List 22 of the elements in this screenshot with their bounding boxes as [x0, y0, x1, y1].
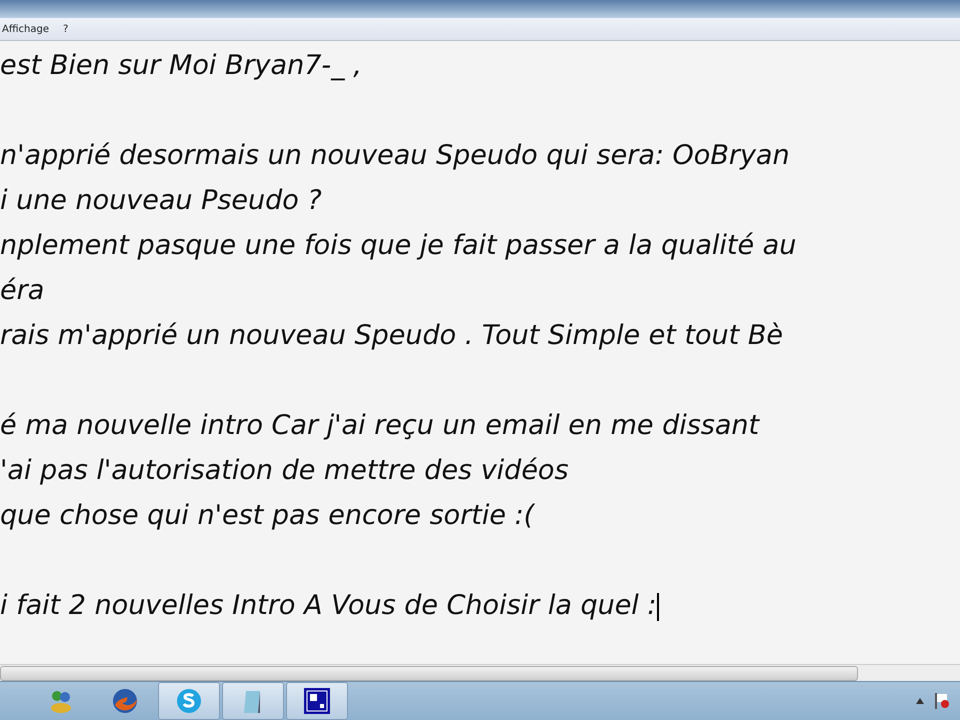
text-line: 'ai pas l'autorisation de mettre des vidéos — [0, 454, 570, 488]
text-cursor — [656, 592, 658, 621]
text-line: i fait 2 nouvelles Intro A Vous de Choisir la quel : — [0, 589, 660, 623]
text-line: que chose qui n'est pas encore sortie :( — [0, 499, 536, 533]
scrollbar-thumb[interactable] — [0, 666, 858, 680]
text-line: est Bien sur Moi Bryan7-_ , — [0, 49, 363, 83]
s-logo-icon — [175, 687, 203, 715]
horizontal-scrollbar[interactable] — [0, 664, 960, 681]
text-line: rais m'apprié un nouveau Speudo . Tout Simple et tout Bè — [0, 319, 784, 353]
text-line: nplement pasque une fois que je fait passer a la qualité au — [0, 229, 798, 263]
flag-icon[interactable] — [934, 692, 950, 710]
globe-icon — [111, 687, 139, 715]
up-arrow-icon[interactable] — [916, 698, 924, 704]
text-line: n'apprié desormais un nouveau Speudo qui sera: OoBryan — [0, 139, 791, 173]
menu-item[interactable]: Affichage — [2, 24, 49, 34]
taskbar-button[interactable] — [286, 682, 348, 720]
people-icon — [48, 688, 74, 714]
text-line: éra — [0, 274, 46, 308]
text-line: é ma nouvelle intro Car j'ai reçu un email en me dissant — [0, 409, 761, 443]
menu-item[interactable]: ? — [62, 24, 68, 34]
text-line: i une nouveau Pseudo ? — [0, 184, 323, 218]
window-icon — [303, 687, 331, 715]
